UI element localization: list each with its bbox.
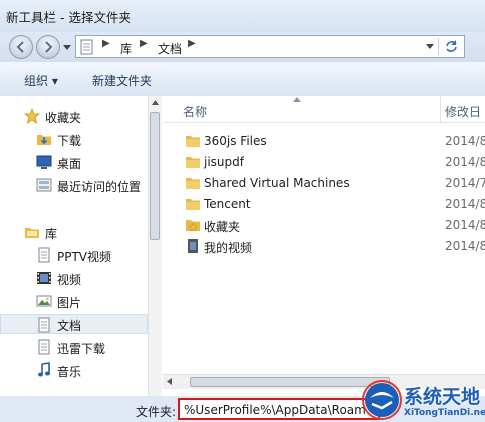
file-date: 2014/8/ (445, 197, 485, 211)
nav-item-pptv[interactable]: PPTV视频 (0, 245, 148, 265)
file-name: 360js Files (204, 134, 267, 148)
address-row: ▶ 库 ▶ 文档 ▶ (0, 32, 485, 62)
sort-up-icon (293, 97, 301, 102)
folder-icon (186, 199, 200, 210)
forward-button[interactable] (36, 35, 60, 59)
document-library-icon (38, 247, 50, 263)
file-name: 我的视频 (204, 241, 253, 255)
nav-item-label: 下载 (57, 134, 82, 148)
scroll-left-icon[interactable] (167, 378, 172, 385)
file-name: jisupdf (204, 155, 244, 169)
command-bar: 组织 ▾ 新建文件夹 (0, 62, 485, 97)
breadcrumb-separator[interactable]: ▶ (102, 38, 110, 49)
picture-library-icon (36, 295, 52, 307)
scroll-up-icon[interactable] (152, 100, 159, 105)
star-folder-icon (186, 220, 200, 232)
nav-libraries[interactable]: 库 (0, 222, 148, 242)
video-folder-icon (188, 239, 198, 253)
video-library-icon (37, 272, 51, 284)
address-divider (438, 38, 439, 55)
column-header: 名称 修改日 (163, 96, 485, 123)
file-date: 2014/7/ (445, 176, 485, 190)
column-divider[interactable] (440, 96, 441, 122)
column-name[interactable]: 名称 (183, 103, 207, 120)
file-row[interactable]: jisupdf 2014/8/ (163, 152, 485, 172)
folder-icon (186, 136, 200, 147)
folder-path-value: %UserProfile%\AppData\Roam (184, 403, 366, 417)
breadcrumb-separator[interactable]: ▶ (188, 38, 196, 49)
nav-item-desktop[interactable]: 桌面 (0, 152, 148, 172)
address-bar[interactable]: ▶ 库 ▶ 文档 ▶ (75, 35, 465, 58)
document-library-icon (38, 317, 50, 333)
navigation-pane: 收藏夹 下载 桌面 最近访问的位置 库 PPTV视频 视频 图片 文档 迅雷下载… (0, 96, 148, 396)
breadcrumb-documents[interactable]: 文档 (158, 40, 182, 57)
desktop-icon (36, 155, 52, 169)
site-logo-icon (362, 380, 402, 420)
nav-item-label: 最近访问的位置 (57, 180, 142, 194)
file-name: Shared Virtual Machines (204, 176, 350, 190)
nav-item-label: 图片 (57, 296, 82, 310)
nav-item-thunder-downloads[interactable]: 迅雷下载 (0, 337, 148, 357)
file-list: 名称 修改日 360js Files 2014/8/ jisupdf 2014/… (163, 96, 485, 396)
forward-arrow-icon (45, 41, 53, 53)
nav-item-videos[interactable]: 视频 (0, 268, 148, 288)
nav-item-label: 文档 (57, 319, 82, 333)
nav-item-documents[interactable]: 文档 (0, 314, 148, 334)
nav-item-label: 视频 (57, 273, 82, 287)
nav-item-pictures[interactable]: 图片 (0, 291, 148, 311)
file-row[interactable]: 我的视频 2014/8/ (163, 236, 485, 256)
watermark-brand: 系统天地 (404, 386, 481, 408)
nav-item-downloads[interactable]: 下载 (0, 129, 148, 149)
download-folder-icon (37, 135, 51, 145)
recent-places-icon (36, 178, 52, 192)
recent-pages-dropdown-icon[interactable] (63, 45, 71, 51)
document-icon (80, 39, 93, 55)
file-name: 收藏夹 (204, 220, 241, 234)
document-library-icon (38, 339, 50, 355)
organize-button[interactable]: 组织 ▾ (24, 72, 58, 89)
new-folder-button[interactable]: 新建文件夹 (92, 72, 152, 89)
nav-scroll-thumb[interactable] (150, 112, 160, 240)
nav-libraries-label: 库 (45, 227, 58, 241)
file-row[interactable]: Tencent 2014/8/ (163, 194, 485, 214)
address-dropdown-icon[interactable] (426, 44, 434, 50)
music-note-icon (38, 362, 50, 377)
content-area: 收藏夹 下载 桌面 最近访问的位置 库 PPTV视频 视频 图片 文档 迅雷下载… (0, 96, 485, 396)
folder-icon (186, 178, 200, 189)
nav-item-music[interactable]: 音乐 (0, 360, 148, 380)
title-bar: 新工具栏 - 选择文件夹 (0, 0, 485, 32)
window-title: 新工具栏 - 选择文件夹 (6, 10, 131, 25)
folder-path-input[interactable]: %UserProfile%\AppData\Roam (178, 398, 380, 420)
nav-item-label: 迅雷下载 (57, 342, 106, 356)
folder-label: 文件夹: (136, 405, 177, 419)
refresh-icon[interactable] (444, 39, 459, 54)
column-modified[interactable]: 修改日 (445, 103, 481, 120)
nav-favorites-label: 收藏夹 (45, 111, 82, 125)
nav-item-label: PPTV视频 (57, 250, 112, 264)
back-arrow-icon (16, 41, 24, 53)
file-date: 2014/8/ (445, 239, 485, 253)
breadcrumb-library[interactable]: 库 (120, 40, 132, 57)
file-row[interactable]: 收藏夹 2014/8/ (163, 215, 485, 235)
file-date: 2014/8/ (445, 155, 485, 169)
nav-item-label: 音乐 (57, 365, 82, 379)
breadcrumb-separator[interactable]: ▶ (140, 38, 148, 49)
star-icon (24, 108, 40, 124)
file-name: Tencent (204, 197, 251, 211)
nav-item-label: 桌面 (57, 157, 82, 171)
back-button[interactable] (9, 35, 33, 59)
nav-favorites[interactable]: 收藏夹 (0, 106, 148, 126)
library-icon (25, 228, 39, 238)
nav-item-recent[interactable]: 最近访问的位置 (0, 175, 148, 195)
file-row[interactable]: Shared Virtual Machines 2014/7/ (163, 173, 485, 193)
file-date: 2014/8/ (445, 134, 485, 148)
folder-icon (186, 157, 200, 168)
watermark-url: XiTongTianDi.net (404, 408, 485, 418)
file-row[interactable]: 360js Files 2014/8/ (163, 131, 485, 151)
file-date: 2014/8/ (445, 218, 485, 232)
